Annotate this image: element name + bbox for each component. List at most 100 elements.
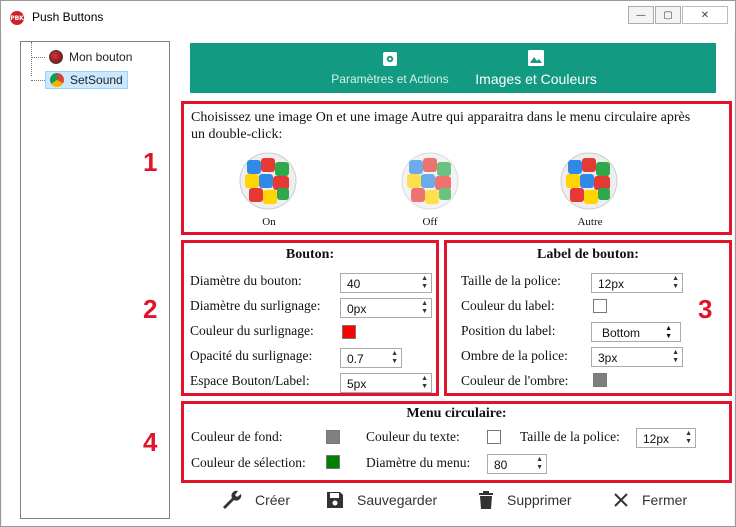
image-on-label: On xyxy=(262,216,276,228)
selection-label: Couleur de sélection: xyxy=(191,455,306,470)
app-icon: PBK xyxy=(10,11,24,25)
couleur-fond-swatch[interactable] xyxy=(326,430,340,444)
opacite-surlignage-input[interactable]: 0.7 ▲ ▼ xyxy=(340,348,402,368)
input-value: 0.7 xyxy=(347,352,364,366)
bouton-section: Bouton: Diamètre du bouton: 40 ▲ ▼ Diamèt… xyxy=(181,240,439,396)
label-title: Label de bouton: xyxy=(537,247,639,262)
puzzle-icon xyxy=(239,152,297,210)
spinner-icon[interactable]: ▲ ▼ xyxy=(421,275,428,291)
row-label: Couleur de l'ombre: xyxy=(461,373,569,388)
images-section: Choisissez une image On et une image Aut… xyxy=(181,101,732,235)
image-off-label: Off xyxy=(422,216,438,228)
espace-bouton-label-input[interactable]: 5px ▲ ▼ xyxy=(340,373,432,393)
ombre-police-input[interactable]: 3px ▲ ▼ xyxy=(591,347,683,367)
taille-menu-input[interactable]: 12px ▲ ▼ xyxy=(636,428,696,448)
spinner-icon[interactable]: ▲ ▼ xyxy=(421,300,428,316)
diametre-menu-input[interactable]: 80 ▲ ▼ xyxy=(487,454,547,474)
title-bar[interactable]: PBK Push Buttons — ▢ ✕ xyxy=(1,1,735,33)
fond-label: Couleur de fond: xyxy=(191,429,283,444)
diametre-bouton-input[interactable]: 40 ▲ ▼ xyxy=(340,273,432,293)
input-value: 40 xyxy=(347,277,361,291)
taille-menu-label: Taille de la police: xyxy=(520,429,620,444)
row-label: Couleur du surlignage: xyxy=(190,323,314,338)
tree-item-label: SetSound xyxy=(70,73,123,87)
spinner-icon[interactable]: ▲ ▼ xyxy=(672,275,679,291)
tab-label: Images et Couleurs xyxy=(475,71,597,87)
input-value: 80 xyxy=(494,458,508,472)
button-label: Sauvegarder xyxy=(357,492,438,508)
tree-dots xyxy=(31,79,45,81)
close-icon: ✕ xyxy=(700,9,710,21)
taille-police-input[interactable]: 12px ▲ ▼ xyxy=(591,273,683,293)
supprimer-button[interactable]: Supprimer xyxy=(477,488,572,512)
row-label: Ombre de la police: xyxy=(461,348,568,363)
tab-bar: Paramètres et Actions Images et Couleurs xyxy=(190,43,716,93)
diametre-surlignage-input[interactable]: 0px ▲ ▼ xyxy=(340,298,432,318)
couleur-surlignage-swatch[interactable] xyxy=(342,325,356,339)
menu-title: Menu circulaire: xyxy=(406,406,507,421)
minimize-icon: — xyxy=(636,9,646,21)
tree-item-mon-bouton[interactable]: Mon bouton xyxy=(31,47,132,67)
spinner-icon[interactable]: ▲ ▼ xyxy=(421,375,428,391)
row-label: Diamètre du surlignage: xyxy=(190,298,321,313)
settings-icon xyxy=(383,52,397,66)
image-icon xyxy=(528,50,544,66)
wrench-icon xyxy=(223,490,242,509)
puzzle-icon xyxy=(401,152,459,210)
menu-section: Menu circulaire: Couleur de fond: Couleu… xyxy=(181,401,732,483)
sauvegarder-button[interactable]: Sauvegarder xyxy=(325,488,437,512)
label-section: Label de bouton: Taille de la police: 12… xyxy=(444,240,732,396)
fermer-button[interactable]: Fermer xyxy=(612,488,687,512)
puzzle-icon xyxy=(560,152,618,210)
chrome-icon xyxy=(50,73,64,87)
texte-label: Couleur du texte: xyxy=(366,429,460,444)
image-autre[interactable] xyxy=(560,152,618,210)
annotation-number-1: 1 xyxy=(143,147,158,177)
input-value: 12px xyxy=(643,432,670,446)
trash-icon xyxy=(479,491,493,509)
bouton-title: Bouton: xyxy=(285,247,335,262)
input-value: 0px xyxy=(347,302,367,316)
close-window-button[interactable]: ✕ xyxy=(682,6,728,24)
tree-selection: SetSound xyxy=(45,71,128,89)
tab-images[interactable]: Images et Couleurs xyxy=(466,43,606,93)
couleur-texte-swatch[interactable] xyxy=(487,430,501,444)
annotation-number-4: 4 xyxy=(143,427,158,457)
spinner-icon[interactable]: ▲ ▼ xyxy=(391,350,398,366)
app-window: PBK Push Buttons — ▢ ✕ Mon bouton SetSou… xyxy=(0,0,736,527)
row-label: Opacité du surlignage: xyxy=(190,348,313,363)
window-title: Push Buttons xyxy=(32,10,104,24)
couleur-ombre-swatch[interactable] xyxy=(593,373,607,387)
diametre-menu-label: Diamètre du menu: xyxy=(366,455,471,470)
row-label: Espace Bouton/Label: xyxy=(190,373,310,388)
button-label: Fermer xyxy=(642,492,688,508)
image-on[interactable] xyxy=(239,152,297,210)
image-off[interactable] xyxy=(401,152,459,210)
maximize-button[interactable]: ▢ xyxy=(655,6,681,24)
row-label: Couleur du label: xyxy=(461,298,555,313)
minimize-button[interactable]: — xyxy=(628,6,654,24)
images-description: Choisissez une image On et une image Aut… xyxy=(191,110,691,142)
couleur-selection-swatch[interactable] xyxy=(326,455,340,469)
tab-parametres[interactable]: Paramètres et Actions xyxy=(310,43,470,93)
tree-item-setsound[interactable]: SetSound xyxy=(31,70,128,90)
close-x-icon xyxy=(614,493,628,507)
input-value: 3px xyxy=(598,351,618,365)
spinner-icon[interactable]: ▲ ▼ xyxy=(536,456,543,472)
tree-item-label: Mon bouton xyxy=(69,50,133,64)
select-value: Bottom xyxy=(602,326,641,340)
position-label-select[interactable]: Bottom ▲ ▼ xyxy=(591,322,681,342)
couleur-label-swatch[interactable] xyxy=(593,299,607,313)
row-label: Taille de la police: xyxy=(461,273,561,288)
spinner-icon[interactable]: ▲ ▼ xyxy=(672,349,679,365)
row-label: Diamètre du bouton: xyxy=(190,273,302,288)
creer-button[interactable]: Créer xyxy=(219,488,290,512)
client-area: Mon bouton SetSound Paramètres et Action… xyxy=(2,33,734,526)
tree-dots xyxy=(31,56,45,58)
tab-label: Paramètres et Actions xyxy=(331,72,449,86)
red-ball-icon xyxy=(49,50,63,64)
save-icon xyxy=(327,492,343,508)
chevron-updown-icon: ▲ ▼ xyxy=(665,325,672,340)
image-autre-label: Autre xyxy=(577,216,603,228)
spinner-icon[interactable]: ▲ ▼ xyxy=(685,430,692,446)
